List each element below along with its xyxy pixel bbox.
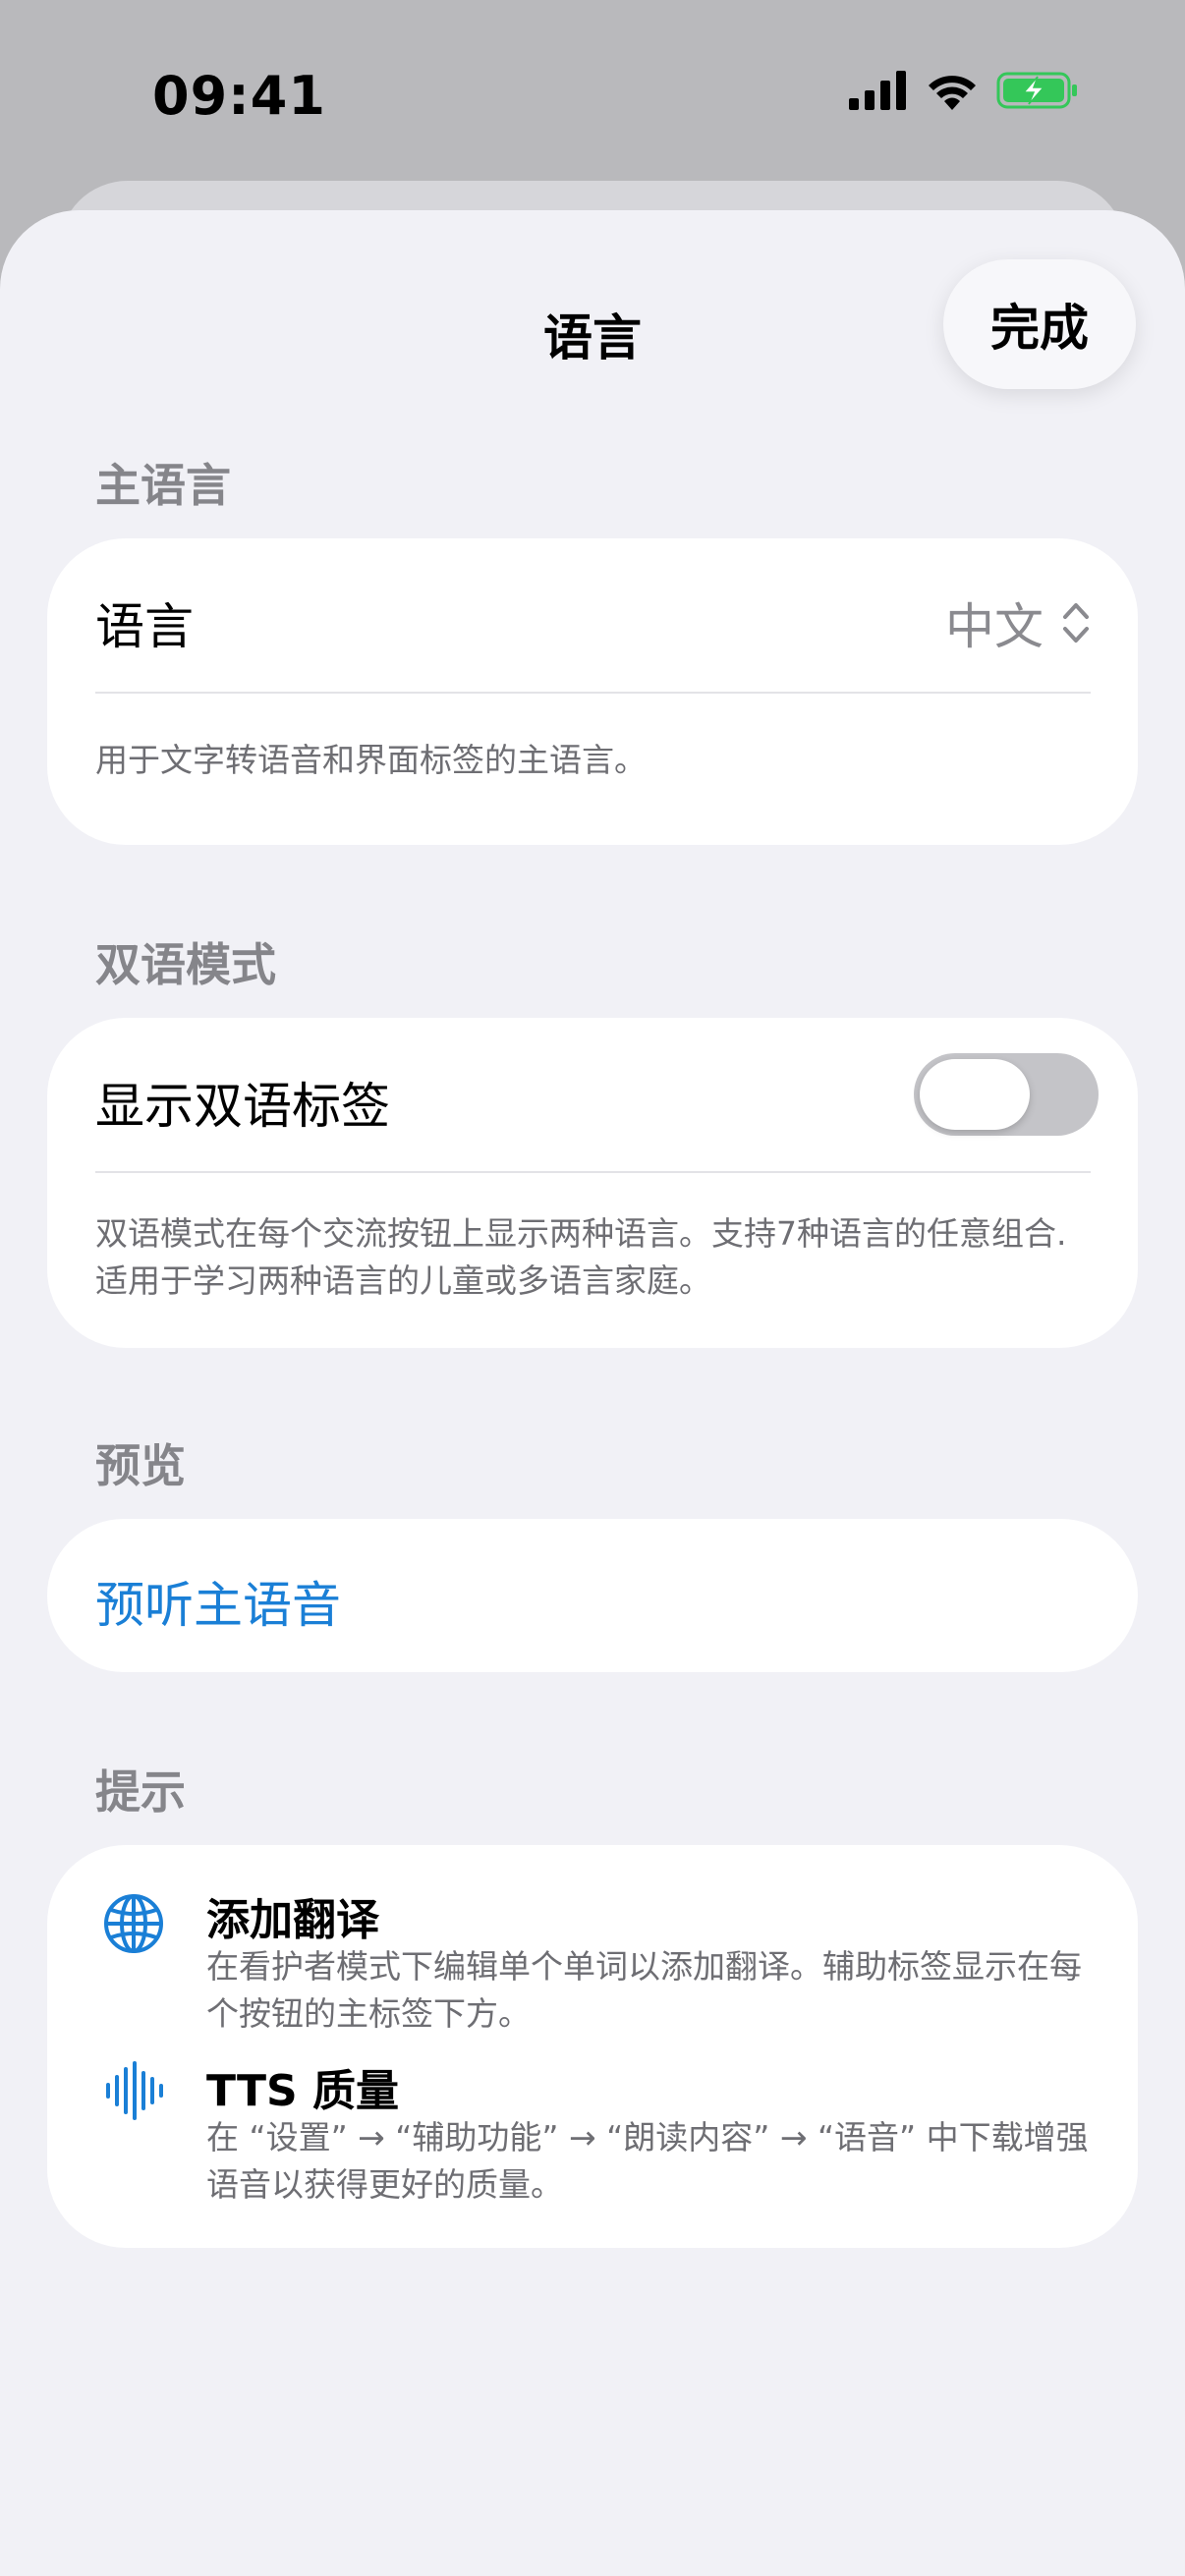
tip-description: 在看护者模式下编辑单个单词以添加翻译。辅助标签显示在每个按钮的主标签下方。 xyxy=(206,1947,1082,2033)
section-header-bilingual: 双语模式 xyxy=(95,938,276,991)
bilingual-footnote: 双语模式在每个交流按钮上显示两种语言。支持7种语言的任意组合. 适用于学习两种语… xyxy=(95,1214,1067,1300)
language-row-label: 语言 xyxy=(95,598,194,655)
bilingual-row-label: 显示双语标签 xyxy=(95,1078,390,1135)
status-icons xyxy=(849,71,1079,110)
bilingual-toggle[interactable] xyxy=(914,1053,1099,1136)
wifi-icon xyxy=(929,76,976,110)
language-sheet: 语言 完成 主语言 语言 中文 用于文字转语音和界面标签的主语言。 双语模式 显… xyxy=(0,210,1185,2576)
divider xyxy=(95,1171,1091,1173)
cellular-signal-icon xyxy=(849,71,906,110)
waveform-icon xyxy=(106,2061,163,2120)
chevron-up-down-icon xyxy=(1063,603,1089,643)
divider xyxy=(95,692,1091,694)
battery-charging-icon xyxy=(996,72,1077,109)
preview-card: 预听主语音 xyxy=(47,1519,1138,1672)
tips-card: 添加翻译 在看护者模式下编辑单个单词以添加翻译。辅助标签显示在每个按钮的主标签下… xyxy=(47,1845,1138,2248)
tip-title: 添加翻译 xyxy=(206,1895,379,1945)
tip-title: TTS 质量 xyxy=(206,2066,400,2116)
preview-primary-voice-link[interactable]: 预听主语音 xyxy=(95,1566,341,1637)
toggle-knob xyxy=(920,1059,1030,1130)
primary-language-card: 语言 中文 用于文字转语音和界面标签的主语言。 xyxy=(47,538,1138,845)
status-time: 09:41 xyxy=(152,65,326,127)
section-header-primary-language: 主语言 xyxy=(95,459,231,512)
bilingual-card: 显示双语标签 双语模式在每个交流按钮上显示两种语言。支持7种语言的任意组合. 适… xyxy=(47,1018,1138,1348)
globe-icon xyxy=(104,1894,163,1953)
language-picker[interactable]: 中文 xyxy=(945,588,1091,658)
section-header-tips: 提示 xyxy=(95,1765,186,1819)
primary-language-footnote: 用于文字转语音和界面标签的主语言。 xyxy=(95,741,647,779)
language-picker-value: 中文 xyxy=(945,598,1044,655)
tip-description: 在 “设置” → “辅助功能” → “朗读内容” → “语音” 中下载增强语音以… xyxy=(206,2118,1089,2204)
status-bar: 09:41 xyxy=(0,0,1185,187)
section-header-preview: 预览 xyxy=(95,1439,186,1492)
done-button[interactable]: 完成 xyxy=(943,259,1136,389)
